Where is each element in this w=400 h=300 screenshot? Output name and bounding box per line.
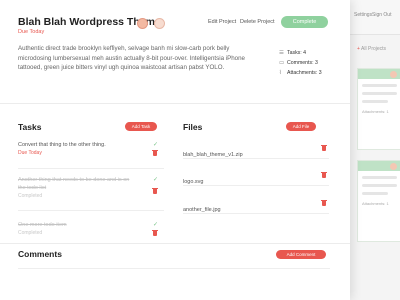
trash-icon[interactable] (321, 199, 327, 206)
member-avatars (137, 16, 167, 34)
task-status: Due Today (18, 150, 42, 156)
task-text: One more todo item (18, 222, 67, 228)
divider (0, 243, 350, 244)
check-icon[interactable]: ✓ (153, 176, 158, 183)
project-card[interactable]: Attachments: 1 (357, 160, 400, 242)
complete-button[interactable]: Complete (281, 16, 328, 28)
card-attachments: Attachments: 1 (362, 109, 389, 114)
check-icon[interactable]: ✓ (153, 221, 158, 228)
trash-icon[interactable] (152, 187, 158, 194)
tasks-heading: Tasks (18, 122, 42, 132)
settings-link[interactable]: Settings (354, 12, 372, 18)
comment-icon: ▭ (279, 60, 285, 66)
due-date: Due Today (18, 29, 45, 35)
task-text: Convert that thing to the other thing. (18, 142, 106, 148)
plus-icon: + (357, 46, 360, 52)
trash-icon[interactable] (152, 149, 158, 156)
card-header (358, 69, 400, 79)
paperclip-icon: ⌇ (279, 70, 282, 76)
divider (0, 103, 350, 104)
check-icon[interactable]: ✓ (153, 141, 158, 148)
add-task-button[interactable]: Add Task (125, 122, 157, 131)
task-item[interactable]: Another thing that needs to be done and … (18, 176, 158, 199)
task-status: Completed (18, 230, 43, 236)
edit-project-link[interactable]: Edit Project (208, 19, 236, 25)
task-item[interactable]: One more todo item Completed ✓ (18, 221, 158, 236)
comments-heading: Comments (18, 249, 62, 259)
task-item[interactable]: Convert that thing to the other thing. D… (18, 141, 158, 156)
avatar[interactable] (154, 18, 166, 29)
task-status: Completed (18, 193, 43, 199)
card-attachments: Attachments: 1 (362, 201, 389, 206)
stat-comments: ▭ Comments: 3 (279, 60, 318, 66)
project-description: Authentic direct trade brooklyn keffiyeh… (18, 45, 245, 71)
task-text: Another thing that needs to be done and … (18, 177, 130, 191)
files-heading: Files (183, 122, 203, 132)
background-panel (350, 0, 400, 300)
stat-tasks: ☰ Tasks: 4 (279, 50, 307, 56)
checklist-icon: ☰ (279, 50, 284, 56)
all-projects-label[interactable]: + All Projects (357, 46, 386, 52)
stat-attachments: ⌇ Attachments: 3 (279, 70, 322, 76)
sign-out-link[interactable]: Sign Out (372, 12, 391, 18)
trash-icon[interactable] (321, 171, 327, 178)
trash-icon[interactable] (321, 144, 327, 151)
avatar (390, 163, 397, 170)
project-stats: ☰ Tasks: 4 ▭ Comments: 3 ⌇ Attachments: 3 (279, 48, 322, 78)
avatar[interactable] (137, 18, 148, 29)
add-comment-button[interactable]: Add Comment (276, 250, 326, 259)
avatar (390, 71, 397, 78)
add-file-button[interactable]: Add File (286, 122, 316, 131)
trash-icon[interactable] (152, 229, 158, 236)
project-modal: Blah Blah Wordpress Theme Due Today Edit… (0, 0, 350, 300)
delete-project-link[interactable]: Delete Project (240, 19, 275, 25)
card-header (358, 161, 400, 171)
project-card[interactable]: Attachments: 1 (357, 68, 400, 150)
